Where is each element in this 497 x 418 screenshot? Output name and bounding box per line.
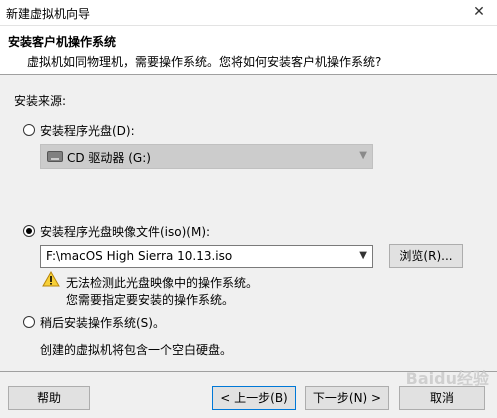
title-bar: 新建虚拟机向导 ✕ — [0, 0, 497, 26]
page-title: 安装客户机操作系统 — [8, 35, 117, 49]
help-button[interactable]: 帮助 — [8, 386, 90, 410]
back-button[interactable]: < 上一步(B) — [212, 386, 296, 410]
blank-disk-note: 创建的虚拟机将包含一个空白硬盘。 — [40, 343, 233, 357]
cd-drive-select: CD 驱动器 (G:) ▼ — [40, 144, 373, 169]
radio-cd-drive[interactable] — [23, 124, 35, 136]
cd-drive-value: CD 驱动器 (G:) — [67, 151, 151, 165]
browse-button[interactable]: 浏览(R)... — [389, 244, 463, 268]
radio-install-later[interactable] — [23, 316, 35, 328]
iso-path-input[interactable]: F:\macOS High Sierra 10.13.iso ▼ — [40, 245, 373, 268]
cd-drive-icon — [47, 151, 63, 162]
wizard-header: 安装客户机操作系统 虚拟机如同物理机，需要操作系统。您将如何安装客户机操作系统? — [0, 26, 497, 75]
next-button[interactable]: 下一步(N) > — [305, 386, 389, 410]
radio-iso-image-label[interactable]: 安装程序光盘映像文件(iso)(M): — [40, 223, 210, 240]
watermark-logo: Baidu经验 — [405, 369, 489, 388]
install-source-label: 安装来源: — [14, 94, 67, 108]
page-subtitle: 虚拟机如同物理机，需要操作系统。您将如何安装客户机操作系统? — [27, 55, 382, 69]
iso-path-value[interactable]: F:\macOS High Sierra 10.13.iso — [46, 249, 232, 263]
chevron-down-icon: ▼ — [359, 150, 367, 161]
cancel-button[interactable]: 取消 — [399, 386, 485, 410]
warning-line-1: 无法检测此光盘映像中的操作系统。 — [66, 276, 259, 290]
warning-line-2: 您需要指定要安装的操作系统。 — [66, 293, 235, 307]
close-icon[interactable]: ✕ — [461, 0, 497, 25]
window-title: 新建虚拟机向导 — [6, 7, 91, 21]
radio-install-later-label[interactable]: 稍后安装操作系统(S)。 — [40, 314, 165, 331]
radio-cd-drive-label[interactable]: 安装程序光盘(D): — [40, 122, 135, 139]
radio-iso-image[interactable] — [23, 225, 35, 237]
chevron-down-icon[interactable]: ▼ — [359, 250, 367, 261]
warning-icon — [42, 271, 60, 287]
